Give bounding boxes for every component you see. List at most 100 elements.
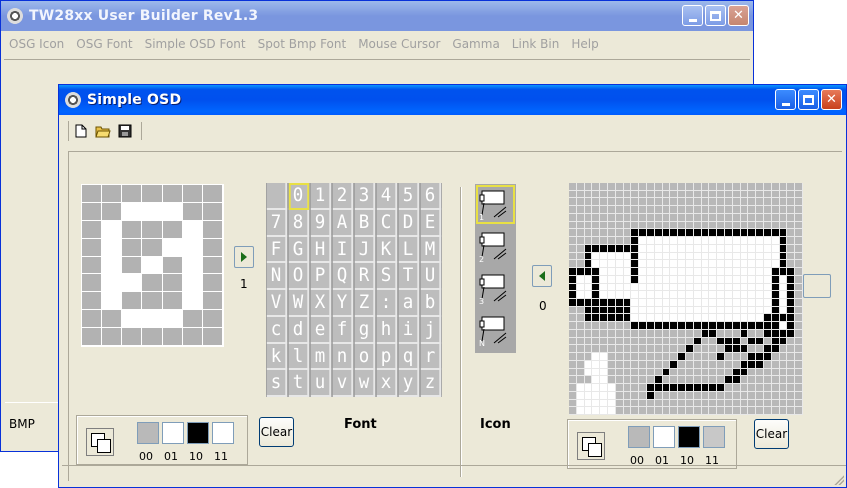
pixel-cell[interactable] [142,238,163,257]
icon-pixel[interactable] [608,376,616,385]
main-titlebar[interactable]: TW28xx User Builder Rev1.3 ✕ [1,1,753,31]
icon-pixel[interactable] [608,391,616,400]
icon-pixel[interactable] [748,190,757,199]
icon-pixel[interactable] [569,221,577,230]
icon-pixel[interactable] [631,391,640,400]
pixel-cell[interactable] [102,328,123,346]
icon-pixel[interactable] [678,314,686,323]
icon-pixel[interactable] [709,407,718,415]
pixel-cell[interactable] [162,202,183,221]
icon-pixel[interactable] [631,376,640,385]
icon-pixel[interactable] [662,229,671,238]
icon-pixel[interactable] [709,268,718,276]
icon-pixel[interactable] [779,322,788,330]
pixel-cell[interactable] [122,274,143,293]
icon-pixel[interactable] [740,237,749,245]
icon-pixel[interactable] [569,376,577,385]
icon-pixel[interactable] [693,368,702,377]
icon-pixel[interactable] [795,229,803,238]
icon-pixel[interactable] [654,399,663,408]
icon-pixel[interactable] [709,237,718,245]
icon-pixel[interactable] [717,183,725,191]
icon-pixel[interactable] [686,252,694,261]
icon-pixel-editor[interactable] [569,183,803,415]
icon-pixel[interactable] [615,337,624,346]
icon-pixel[interactable] [584,213,593,222]
icon-pixel[interactable] [771,399,780,408]
icon-pixel[interactable] [693,322,702,330]
icon-pixel[interactable] [639,407,647,415]
icon-pixel[interactable] [717,399,725,408]
icon-pixel[interactable] [662,337,671,346]
icon-pixel[interactable] [654,183,663,191]
icon-pixel[interactable] [795,391,803,400]
icon-pixel[interactable] [623,345,632,354]
icon-pixel[interactable] [764,407,772,415]
icon-pixel[interactable] [654,407,663,415]
icon-pixel[interactable] [670,384,679,392]
icon-pixel[interactable] [717,237,725,245]
icon-pixel[interactable] [787,190,796,199]
icon-pixel[interactable] [654,314,663,323]
icon-pixel[interactable] [709,298,718,307]
pixel-cell[interactable] [122,310,143,329]
osd-close-button[interactable]: ✕ [821,89,842,110]
pixel-cell[interactable] [142,220,163,239]
icon-pixel[interactable] [639,345,647,354]
icon-pixel[interactable] [748,376,757,385]
icon-pixel[interactable] [569,337,577,346]
icon-pixel[interactable] [631,337,640,346]
icon-pixel[interactable] [732,329,741,338]
icon-pixel[interactable] [608,260,616,269]
icon-pixel[interactable] [592,298,601,307]
icon-pixel[interactable] [686,244,694,253]
icon-pixel[interactable] [631,213,640,222]
icon-pixel[interactable] [600,190,608,199]
icon-pixel[interactable] [686,376,694,385]
icon-pixel[interactable] [569,353,577,361]
icon-pixel[interactable] [615,298,624,307]
font-char-cell[interactable]: D [398,209,420,237]
icon-pixel[interactable] [693,229,702,238]
font-char-cell[interactable]: P [310,263,332,290]
palette-swatch-10[interactable] [187,422,209,444]
icon-pixel[interactable] [639,391,647,400]
icon-pixel[interactable] [795,291,803,299]
icon-pixel[interactable] [584,399,593,408]
icon-pixel[interactable] [701,399,710,408]
icon-pixel[interactable] [576,337,585,346]
icon-pixel[interactable] [584,298,593,307]
icon-pixel[interactable] [764,384,772,392]
pixel-cell[interactable] [102,274,123,293]
icon-pixel[interactable] [631,407,640,415]
icon-pixel[interactable] [647,329,655,338]
font-char-cell[interactable]: B [354,209,376,237]
icon-pixel[interactable] [678,360,686,369]
icon-pixel[interactable] [647,376,655,385]
icon-pixel[interactable] [623,252,632,261]
icon-pixel[interactable] [670,399,679,408]
font-char-cell[interactable]: L [398,236,420,264]
icon-pixel[interactable] [608,368,616,377]
icon-pixel[interactable] [701,391,710,400]
icon-pixel[interactable] [576,275,585,284]
icon-pixel[interactable] [693,298,702,307]
icon-pixel[interactable] [795,183,803,191]
icon-pixel[interactable] [725,213,733,222]
icon-pixel[interactable] [615,306,624,315]
maximize-button[interactable] [705,5,726,26]
icon-pixel[interactable] [787,407,796,415]
icon-pixel[interactable] [662,244,671,253]
font-char-cell[interactable]: p [376,343,398,371]
icon-pixel[interactable] [662,322,671,330]
icon-pixel[interactable] [569,252,577,261]
icon-pixel[interactable] [748,337,757,346]
icon-pixel[interactable] [756,244,764,253]
minimize-button[interactable] [682,5,703,26]
icon-pixel[interactable] [740,298,749,307]
icon-pixel[interactable] [748,183,757,191]
icon-pixel[interactable] [608,345,616,354]
icon-pixel[interactable] [756,213,764,222]
icon-pixel[interactable] [771,190,780,199]
icon-pixel[interactable] [686,306,694,315]
